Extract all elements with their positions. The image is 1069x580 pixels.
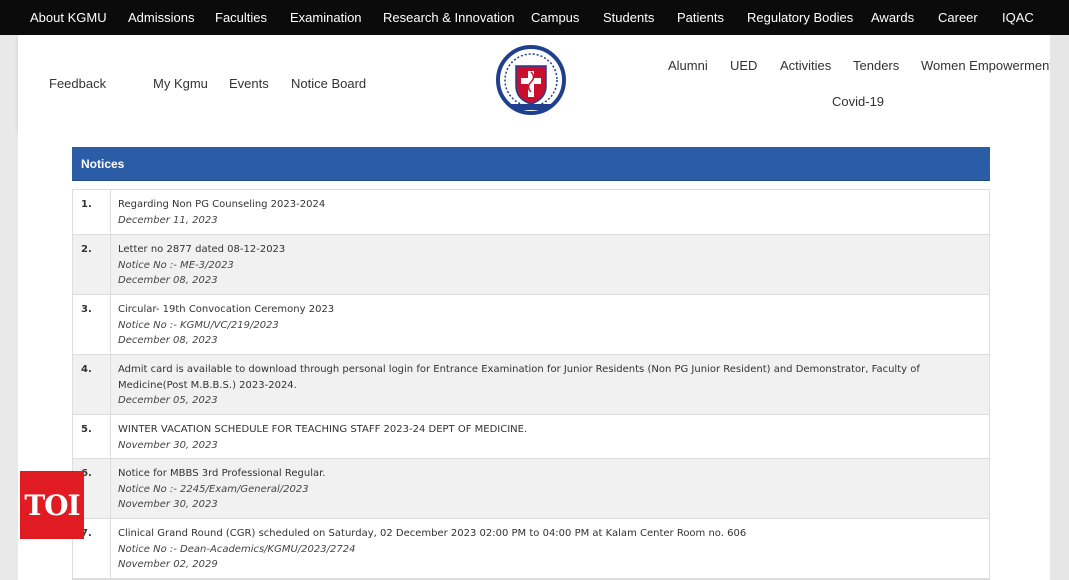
- notice-link[interactable]: Letter no 2877 dated 08-12-2023: [118, 242, 981, 258]
- top-navigation-bar: About KGMU Admissions Faculties Examinat…: [0, 0, 1069, 35]
- notice-date: November 02, 2029: [118, 559, 218, 570]
- table-row: 1. Regarding Non PG Counseling 2023-2024…: [73, 190, 989, 235]
- notice-date: November 30, 2023: [118, 439, 218, 451]
- nav-faculties[interactable]: Faculties: [215, 10, 267, 25]
- notice-date: November 30, 2023: [118, 499, 218, 510]
- row-number: 5.: [73, 415, 111, 458]
- notice-date: December 08, 2023: [118, 335, 218, 346]
- notice-link[interactable]: Clinical Grand Round (CGR) scheduled on …: [118, 526, 981, 542]
- nav-research-innovation[interactable]: Research & Innovation: [383, 10, 515, 25]
- header-link-notice-board[interactable]: Notice Board: [291, 76, 366, 91]
- table-row: 7. Clinical Grand Round (CGR) scheduled …: [73, 519, 989, 579]
- notices-title: Notices: [81, 157, 125, 171]
- nav-admissions[interactable]: Admissions: [128, 10, 194, 25]
- page-side-margin: [1050, 35, 1069, 580]
- notice-number: Notice No :- 2245/Exam/General/2023: [118, 483, 309, 495]
- nav-students[interactable]: Students: [603, 10, 654, 25]
- table-row: 5. WINTER VACATION SCHEDULE FOR TEACHING…: [73, 415, 989, 459]
- table-row: 6. Notice for MBBS 3rd Professional Regu…: [73, 459, 989, 519]
- notice-date: December 11, 2023: [118, 214, 218, 226]
- notice-cell: Notice for MBBS 3rd Professional Regular…: [111, 459, 989, 518]
- notice-cell: WINTER VACATION SCHEDULE FOR TEACHING ST…: [111, 415, 989, 458]
- notice-cell: Admit card is available to download thro…: [111, 355, 989, 414]
- nav-about-kgmu[interactable]: About KGMU: [30, 10, 107, 25]
- notices-table: 1. Regarding Non PG Counseling 2023-2024…: [72, 189, 990, 580]
- notice-link[interactable]: WINTER VACATION SCHEDULE FOR TEACHING ST…: [118, 422, 981, 438]
- notice-cell: Regarding Non PG Counseling 2023-2024 De…: [111, 190, 989, 234]
- row-number: 1.: [73, 190, 111, 234]
- header-link-alumni[interactable]: Alumni: [668, 58, 708, 73]
- nav-iqac[interactable]: IQAC: [1002, 10, 1034, 25]
- nav-career[interactable]: Career: [938, 10, 978, 25]
- table-row: 4. Admit card is available to download t…: [73, 355, 989, 415]
- notice-link[interactable]: Admit card is available to download thro…: [118, 362, 981, 393]
- header-link-feedback[interactable]: Feedback: [49, 76, 106, 91]
- notice-date: December 08, 2023: [118, 275, 218, 286]
- header-link-covid-19[interactable]: Covid-19: [832, 94, 884, 109]
- notices-header-bar: Notices: [72, 147, 990, 181]
- header-link-activities[interactable]: Activities: [780, 58, 831, 73]
- notice-number: Notice No :- ME-3/2023: [118, 259, 234, 271]
- row-number: 2.: [73, 235, 111, 294]
- header-link-events[interactable]: Events: [229, 76, 269, 91]
- notice-number: Notice No :- KGMU/VC/219/2023: [118, 319, 279, 331]
- row-number: 4.: [73, 355, 111, 414]
- notice-date: December 05, 2023: [118, 395, 218, 406]
- table-row: 2. Letter no 2877 dated 08-12-2023 Notic…: [73, 235, 989, 295]
- site-header: Feedback My Kgmu Events Notice Board Alu…: [18, 35, 1053, 131]
- header-link-my-kgmu[interactable]: My Kgmu: [153, 76, 208, 91]
- nav-examination[interactable]: Examination: [290, 10, 362, 25]
- notice-link[interactable]: Regarding Non PG Counseling 2023-2024: [118, 197, 981, 213]
- notice-link[interactable]: Circular- 19th Convocation Ceremony 2023: [118, 302, 981, 318]
- header-link-tenders[interactable]: Tenders: [853, 58, 899, 73]
- nav-awards[interactable]: Awards: [871, 10, 914, 25]
- university-logo[interactable]: [496, 44, 566, 116]
- header-link-ued[interactable]: UED: [730, 58, 757, 73]
- nav-patients[interactable]: Patients: [677, 10, 724, 25]
- row-number: 3.: [73, 295, 111, 354]
- notice-cell: Clinical Grand Round (CGR) scheduled on …: [111, 519, 989, 578]
- notice-cell: Circular- 19th Convocation Ceremony 2023…: [111, 295, 989, 354]
- notice-link[interactable]: Notice for MBBS 3rd Professional Regular…: [118, 466, 981, 482]
- header-link-women-empowerment[interactable]: Women Empowerment: [921, 58, 1053, 73]
- table-row: 3. Circular- 19th Convocation Ceremony 2…: [73, 295, 989, 355]
- emblem-icon: [496, 45, 566, 115]
- notice-number: Notice No :- Dean-Academics/KGMU/2023/27…: [118, 543, 356, 555]
- toi-watermark: TOI: [20, 471, 84, 539]
- nav-regulatory-bodies[interactable]: Regulatory Bodies: [747, 10, 853, 25]
- notice-cell: Letter no 2877 dated 08-12-2023 Notice N…: [111, 235, 989, 294]
- nav-campus[interactable]: Campus: [531, 10, 579, 25]
